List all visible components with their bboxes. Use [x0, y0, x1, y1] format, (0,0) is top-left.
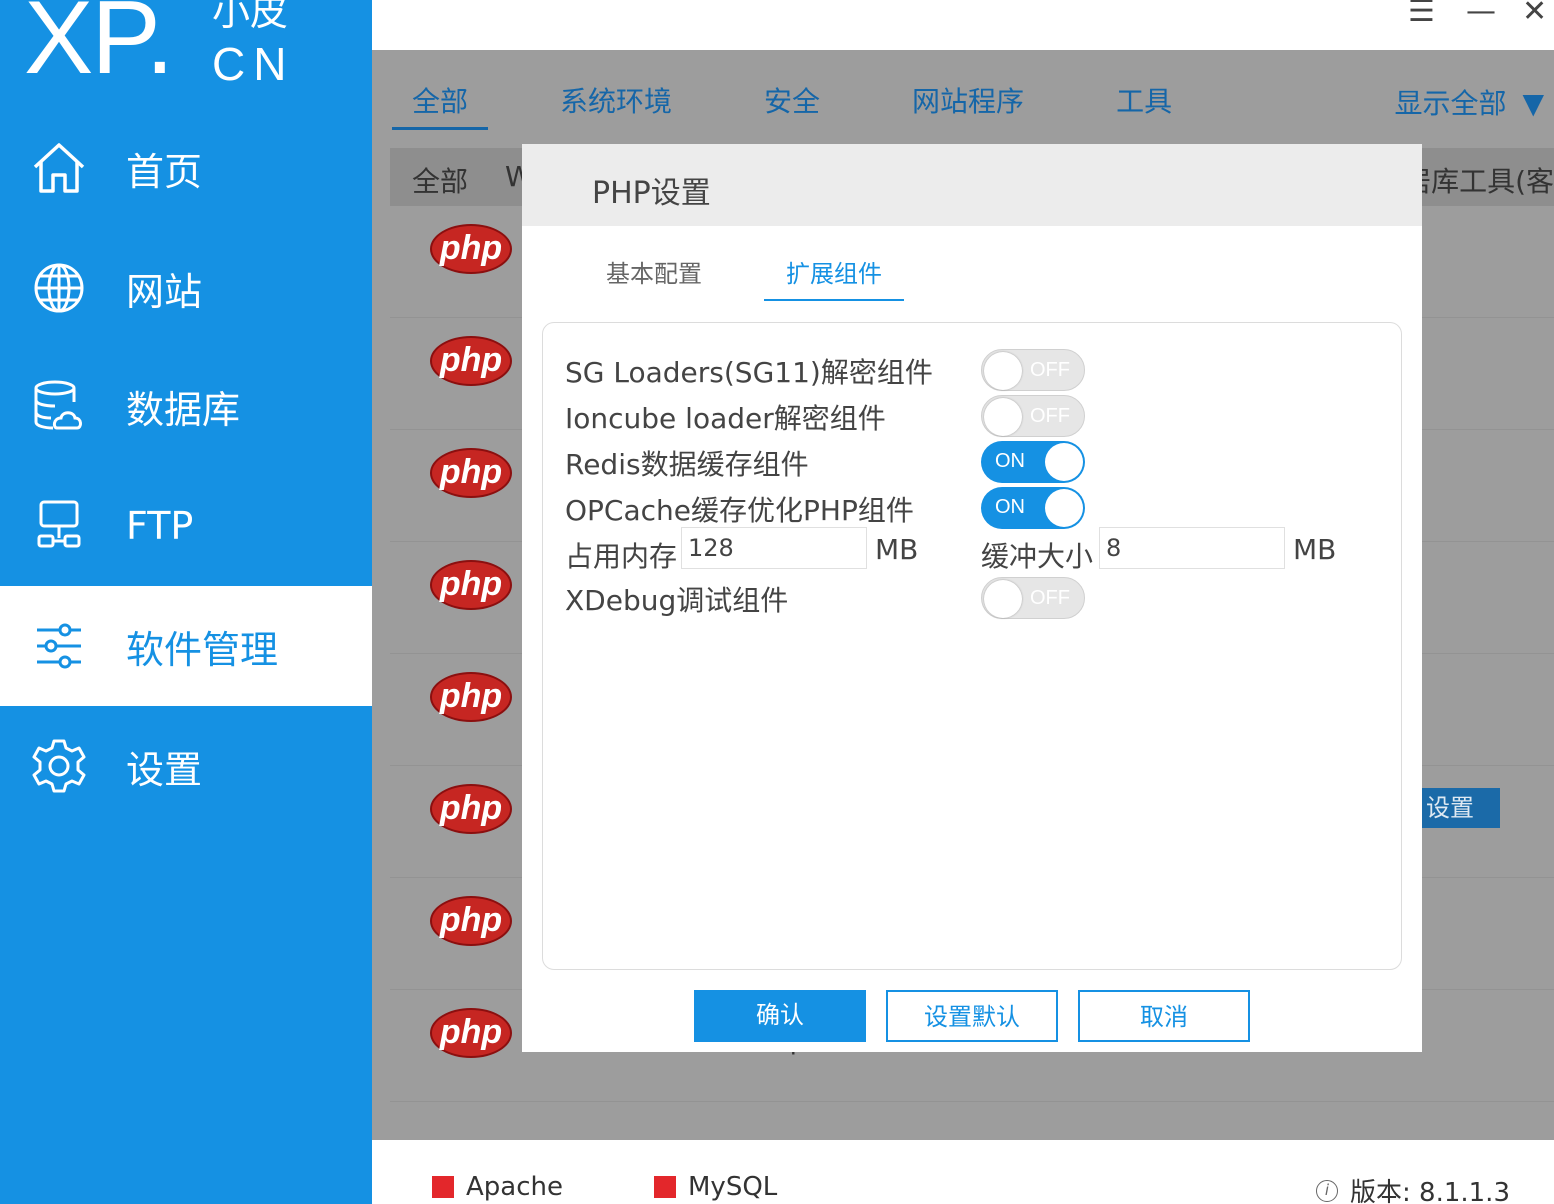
php-logo-icon: php	[430, 896, 512, 946]
confirm-button[interactable]: 确认	[694, 990, 866, 1042]
service-apache[interactable]: Apache	[432, 1172, 563, 1202]
service-mysql[interactable]: MySQL	[654, 1172, 777, 1202]
title-bar: ☰ — ✕	[372, 0, 1554, 50]
sidebar-item-label: 设置	[126, 747, 203, 792]
cancel-button[interactable]: 取消	[1078, 990, 1250, 1042]
php-logo-icon: php	[430, 560, 512, 610]
toggle-opcache[interactable]: ON	[981, 487, 1085, 529]
toggle-state: OFF	[1030, 405, 1070, 427]
toggle-knob	[1045, 489, 1083, 527]
toggle-state: ON	[995, 496, 1025, 518]
tab-basic-config[interactable]: 基本配置	[606, 254, 702, 301]
php-logo-icon: php	[430, 224, 512, 274]
buffer-unit: MB	[1293, 533, 1337, 566]
tab-system-env[interactable]: 系统环境	[540, 80, 692, 130]
sidebar-item-home[interactable]: 首页	[0, 108, 372, 228]
sidebar-item-label: 网站	[126, 269, 203, 314]
memory-unit: MB	[875, 533, 919, 566]
show-all-dropdown[interactable]: 显示全部 ▼	[1394, 82, 1544, 122]
sidebar-item-label: 软件管理	[126, 627, 279, 672]
database-icon	[28, 375, 90, 437]
sidebar-item-database[interactable]: 数据库	[0, 346, 372, 466]
menu-icon[interactable]: ☰	[1408, 0, 1435, 29]
service-name: Apache	[466, 1172, 563, 1202]
row-settings-button[interactable]: 设置	[1420, 788, 1500, 828]
toggle-sg11[interactable]: OFF	[981, 349, 1085, 391]
option-label-xdebug: XDebug调试组件	[565, 584, 789, 617]
toggle-knob	[1045, 443, 1083, 481]
logo-sub-top: 小皮	[212, 0, 289, 34]
category-tabs: 全部 系统环境 安全 网站程序 工具	[392, 80, 1244, 130]
home-icon	[28, 137, 90, 199]
toggle-xdebug[interactable]: OFF	[981, 577, 1085, 619]
memory-label: 占用内存	[565, 540, 678, 573]
memory-input[interactable]	[681, 527, 867, 569]
header-all: 全部	[412, 165, 469, 198]
php-settings-dialog: PHP设置 基本配置 扩展组件 SG Loaders(SG11)解密组件 OFF…	[522, 144, 1422, 1052]
sidebar-item-software[interactable]: 软件管理	[0, 586, 372, 706]
php-logo-icon: php	[430, 1008, 512, 1058]
tab-tools[interactable]: 工具	[1096, 80, 1192, 130]
dialog-tabs: 基本配置 扩展组件	[606, 254, 966, 301]
version-info: i 版本: 8.1.1.3	[1316, 1172, 1510, 1204]
sliders-icon	[28, 615, 90, 677]
dialog-title: PHP设置	[592, 176, 711, 211]
toggle-knob	[984, 398, 1022, 436]
php-logo-icon: php	[430, 448, 512, 498]
toggle-state: OFF	[1030, 587, 1070, 609]
sidebar-item-label: 数据库	[126, 387, 241, 432]
sidebar: XP. 小皮 CN 首页 网站 数据库 FTP 软件管理 设置	[0, 0, 372, 1204]
show-all-label: 显示全部	[1394, 87, 1507, 120]
logo-sub-bottom: CN	[212, 38, 295, 90]
info-icon: i	[1316, 1179, 1338, 1202]
ftp-icon	[28, 495, 90, 557]
sidebar-item-website[interactable]: 网站	[0, 228, 372, 348]
status-stopped-icon	[654, 1176, 676, 1198]
set-default-button[interactable]: 设置默认	[886, 990, 1058, 1042]
option-label-redis: Redis数据缓存组件	[565, 448, 809, 481]
option-label-ioncube: Ioncube loader解密组件	[565, 402, 886, 435]
toggle-knob	[984, 352, 1022, 390]
sidebar-item-ftp[interactable]: FTP	[0, 466, 372, 586]
option-label-sg11: SG Loaders(SG11)解密组件	[565, 356, 933, 389]
status-stopped-icon	[432, 1176, 454, 1198]
version-label: 版本: 8.1.1.3	[1350, 1178, 1510, 1204]
gear-icon	[28, 735, 90, 797]
minimize-icon[interactable]: —	[1466, 0, 1496, 29]
php-logo-icon: php	[430, 336, 512, 386]
sidebar-item-label: 首页	[126, 149, 203, 194]
globe-icon	[28, 257, 90, 319]
header-right: 居库工具(客	[1403, 165, 1554, 198]
buffer-input[interactable]	[1099, 527, 1285, 569]
sidebar-item-settings[interactable]: 设置	[0, 706, 372, 826]
extensions-panel: SG Loaders(SG11)解密组件 OFF Ioncube loader解…	[542, 322, 1402, 970]
toggle-state: ON	[995, 450, 1025, 472]
status-bar: Apache MySQL i 版本: 8.1.1.3	[372, 1140, 1554, 1204]
tab-web-programs[interactable]: 网站程序	[892, 80, 1044, 130]
service-name: MySQL	[688, 1172, 778, 1202]
toggle-ioncube[interactable]: OFF	[981, 395, 1085, 437]
tab-all[interactable]: 全部	[392, 80, 489, 130]
option-label-opcache: OPCache缓存优化PHP组件	[565, 494, 914, 527]
php-logo-icon: php	[430, 672, 512, 722]
close-icon[interactable]: ✕	[1522, 0, 1547, 29]
toggle-redis[interactable]: ON	[981, 441, 1085, 483]
toggle-knob	[984, 580, 1022, 618]
tab-security[interactable]: 安全	[744, 80, 840, 130]
logo-xp: XP.	[24, 0, 174, 96]
triangle-down-icon: ▼	[1522, 87, 1544, 120]
tab-extensions[interactable]: 扩展组件	[764, 254, 904, 301]
sidebar-item-label: FTP	[126, 504, 194, 548]
php-logo-icon: php	[430, 784, 512, 834]
toggle-state: OFF	[1030, 359, 1070, 381]
buffer-label: 缓冲大小	[981, 540, 1094, 573]
